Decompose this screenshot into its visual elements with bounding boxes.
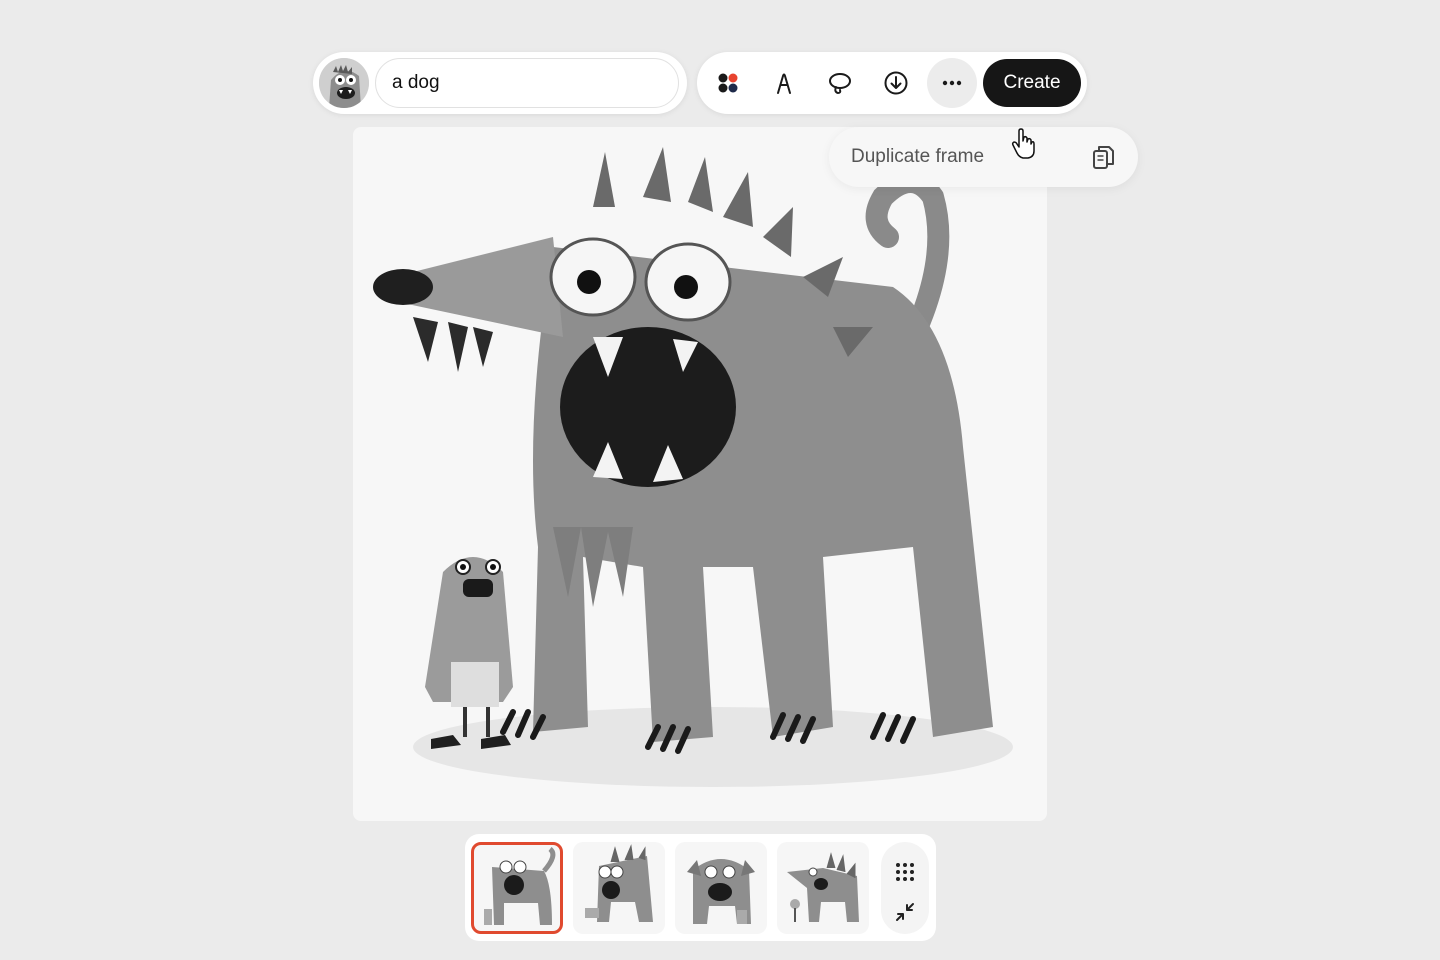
download-button[interactable] — [871, 58, 921, 108]
thumbnail-1[interactable] — [471, 842, 563, 934]
monster-avatar-icon — [319, 58, 369, 108]
color-palette-icon — [718, 73, 738, 93]
toolbar: Create — [697, 52, 1087, 114]
monster-dog-thumbnail-icon — [687, 859, 755, 924]
pen-tool-icon — [777, 73, 791, 94]
prompt-input[interactable] — [375, 58, 679, 108]
monster-dog-thumbnail-icon — [484, 847, 556, 925]
color-palette-button[interactable] — [703, 58, 753, 108]
thumbnail-3[interactable] — [675, 842, 767, 934]
thumbnail-4[interactable] — [777, 842, 869, 934]
monster-dog-thumbnail-icon — [787, 852, 859, 922]
download-icon — [884, 71, 908, 95]
canvas-frame[interactable] — [353, 127, 1047, 821]
grid-view-button[interactable] — [889, 856, 921, 888]
strip-controls — [881, 842, 929, 934]
create-button[interactable]: Create — [983, 59, 1081, 107]
monster-dog-thumbnail-icon — [585, 844, 653, 922]
grid-icon — [896, 863, 914, 881]
monster-dog-illustration — [373, 147, 1013, 787]
duplicate-frame-label: Duplicate frame — [851, 146, 985, 167]
collapse-icon — [896, 903, 914, 921]
pen-tool-button[interactable] — [759, 58, 809, 108]
thumbnail-2[interactable] — [573, 842, 665, 934]
hand-cursor-icon — [1010, 128, 1038, 165]
more-icon — [942, 80, 962, 86]
copy-icon — [1089, 143, 1117, 176]
more-button[interactable] — [927, 58, 977, 108]
thumbnail-strip — [465, 834, 936, 941]
lasso-icon — [829, 73, 851, 95]
duplicate-frame-menu-item[interactable]: Duplicate frame — [829, 127, 1138, 187]
avatar[interactable] — [319, 58, 369, 108]
prompt-bar — [313, 52, 687, 114]
lasso-button[interactable] — [815, 58, 865, 108]
collapse-button[interactable] — [889, 896, 921, 928]
